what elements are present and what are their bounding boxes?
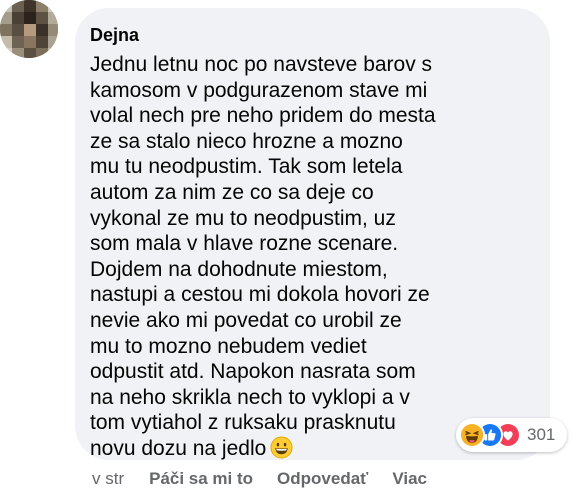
comment-line: ze sa stalo nieco hrozne a mozno — [90, 129, 403, 153]
comment-line: mu to mozno nebudem vediet — [90, 334, 367, 358]
comment-line: som mala v hlave rozne scenare. — [90, 232, 399, 256]
haha-reaction-icon — [459, 422, 485, 448]
like-button[interactable]: Páči sa mi to — [149, 469, 253, 489]
comment-thread: Dejna Jednu letnu noc po navsteve barov … — [0, 0, 578, 493]
comment-actions: v str Páči sa mi to Odpovedať Viac — [92, 468, 451, 490]
comment-line: Dojdem na dohodnute miestom, — [90, 257, 388, 281]
comment-line: vykonal ze mu to neodpustim, uz — [90, 206, 396, 230]
comment-line: nevie ako mi povedat co urobil ze — [90, 308, 402, 332]
comment-line: na neho skrikla nech to vyklopi a v — [90, 385, 410, 409]
reactions-summary[interactable]: 301 — [456, 418, 567, 452]
more-button[interactable]: Viac — [392, 469, 427, 489]
comment-bubble: Dejna Jednu letnu noc po navsteve barov … — [75, 8, 550, 460]
comment-line: mu tu neodpustim. Tak som letela — [90, 155, 403, 179]
comment-line: volal nech pre neho pridem do mesta — [90, 104, 436, 128]
comment-line: nastupi a cestou mi dokola hovori ze — [90, 283, 430, 307]
comment-text: Jednu letnu noc po navsteve barov s kamo… — [90, 52, 532, 462]
reaction-count: 301 — [527, 425, 556, 444]
comment-line: kamosom v podgurazenom stave mi — [90, 78, 428, 102]
comment-line: autom za nim ze co sa deje co — [90, 180, 374, 204]
reply-button[interactable]: Odpovedať — [277, 469, 368, 489]
comment-line: Jednu letnu noc po navsteve barov s — [90, 53, 433, 76]
pixelated-avatar-image — [0, 0, 58, 58]
comment-line-text: novu dozu na jedlo — [90, 436, 267, 460]
comment-line: odpustit atd. Napokon nasrata som — [90, 360, 416, 384]
comment-author[interactable]: Dejna — [90, 24, 532, 46]
comment-timestamp[interactable]: v str — [92, 469, 124, 489]
avatar[interactable] — [0, 0, 58, 58]
grinning-face-emoji-icon — [270, 436, 293, 459]
